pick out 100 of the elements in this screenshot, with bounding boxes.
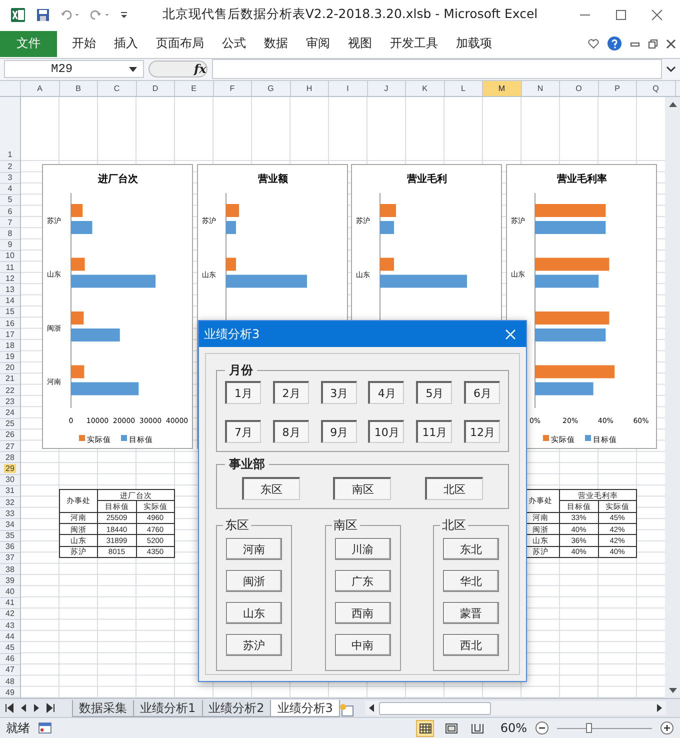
column-header[interactable]: N xyxy=(522,81,560,96)
month-button[interactable]: 7月 xyxy=(225,420,261,444)
row-header[interactable]: 21 xyxy=(6,374,14,384)
row-header[interactable]: 13 xyxy=(6,284,14,294)
region-button[interactable]: 苏沪 xyxy=(226,634,282,656)
region-button[interactable]: 中南 xyxy=(334,634,390,656)
scroll-left-icon[interactable] xyxy=(368,704,375,712)
row-header[interactable]: 41 xyxy=(6,598,14,608)
close-icon[interactable] xyxy=(666,38,676,49)
column-header[interactable]: O xyxy=(560,81,598,96)
column-header[interactable]: D xyxy=(136,81,175,96)
row-header[interactable]: 24 xyxy=(6,408,14,418)
row-header[interactable]: 42 xyxy=(6,609,14,618)
row-header[interactable]: 39 xyxy=(6,576,14,585)
month-button[interactable]: 12月 xyxy=(464,420,500,444)
region-button[interactable]: 闽浙 xyxy=(226,570,282,592)
last-sheet-icon[interactable] xyxy=(46,703,56,714)
row-header[interactable]: 16 xyxy=(6,318,14,328)
row-header[interactable]: 12 xyxy=(6,274,14,283)
region-button[interactable]: 西南 xyxy=(334,602,390,624)
row-header[interactable]: 40 xyxy=(6,587,14,596)
first-sheet-icon[interactable] xyxy=(4,703,14,714)
scroll-right-icon[interactable] xyxy=(656,704,662,712)
column-header[interactable]: M xyxy=(483,81,522,96)
month-button[interactable]: 3月 xyxy=(320,381,357,404)
row-header[interactable]: 14 xyxy=(6,296,14,306)
customize-icon[interactable] xyxy=(120,10,128,20)
month-button[interactable]: 8月 xyxy=(272,420,309,444)
row-header[interactable]: 47 xyxy=(6,665,14,674)
division-button[interactable]: 南区 xyxy=(333,477,392,500)
region-button[interactable]: 蒙晋 xyxy=(443,602,499,624)
ribbon-tab[interactable]: 视图 xyxy=(339,35,381,52)
region-button[interactable]: 广东 xyxy=(334,570,390,592)
ribbon-tab[interactable]: 开始 xyxy=(63,35,105,52)
row-header[interactable]: 33 xyxy=(6,508,14,518)
sheet-tab[interactable]: 业绩分析2 xyxy=(202,700,272,718)
normal-view-button[interactable] xyxy=(416,720,434,737)
row-header[interactable]: 8 xyxy=(8,229,12,238)
zoom-out-icon[interactable] xyxy=(535,721,549,736)
row-header[interactable]: 37 xyxy=(6,553,14,562)
month-button[interactable]: 9月 xyxy=(320,420,357,444)
region-button[interactable]: 东北 xyxy=(443,538,499,560)
ribbon-tab[interactable]: 页面布局 xyxy=(147,35,213,52)
column-header[interactable]: B xyxy=(60,81,98,96)
name-box[interactable]: M29 xyxy=(4,60,144,78)
row-header[interactable]: 4 xyxy=(8,184,12,194)
row-header[interactable]: 23 xyxy=(6,396,14,406)
formula-input[interactable] xyxy=(212,59,662,80)
expand-icon[interactable] xyxy=(666,65,676,74)
row-header[interactable]: 36 xyxy=(6,542,14,552)
region-button[interactable]: 山东 xyxy=(226,602,282,624)
column-header[interactable]: E xyxy=(175,81,214,96)
row-header[interactable]: 22 xyxy=(6,386,14,395)
month-button[interactable]: 6月 xyxy=(464,381,500,404)
row-header[interactable]: 5 xyxy=(8,195,12,204)
save-icon[interactable] xyxy=(36,8,50,22)
column-header[interactable]: I xyxy=(329,81,368,96)
row-header[interactable]: 15 xyxy=(6,307,14,316)
row-header[interactable]: 32 xyxy=(6,498,14,507)
row-header[interactable]: 17 xyxy=(6,330,14,339)
region-button[interactable]: 河南 xyxy=(226,538,282,560)
month-button[interactable]: 4月 xyxy=(368,381,404,404)
row-header[interactable]: 30 xyxy=(6,475,14,484)
row-header[interactable]: 19 xyxy=(6,352,14,362)
sheet-tab[interactable]: 业绩分析1 xyxy=(133,700,203,718)
row-header[interactable]: 18 xyxy=(6,340,14,350)
row-header[interactable]: 44 xyxy=(6,632,14,641)
undo-icon[interactable] xyxy=(60,8,80,21)
file-tab[interactable]: 文件 xyxy=(0,30,57,57)
column-header[interactable]: P xyxy=(598,81,637,96)
row-header[interactable]: 26 xyxy=(6,430,14,440)
help-icon[interactable] xyxy=(607,36,622,52)
close-icon[interactable] xyxy=(651,8,663,21)
row-header[interactable]: 7 xyxy=(8,218,12,227)
ribbon-tab[interactable]: 数据 xyxy=(255,35,297,52)
column-header[interactable]: K xyxy=(406,81,444,96)
division-button[interactable]: 东区 xyxy=(242,477,300,500)
row-header[interactable]: 34 xyxy=(6,520,14,529)
zoom-in-icon[interactable] xyxy=(660,721,674,736)
redo-icon[interactable] xyxy=(90,8,110,21)
row-header[interactable]: 9 xyxy=(8,240,12,250)
month-button[interactable]: 2月 xyxy=(272,381,309,404)
row-header[interactable]: 6 xyxy=(8,206,12,216)
row-header[interactable]: 25 xyxy=(6,419,14,428)
heart-icon[interactable] xyxy=(588,38,599,49)
horizontal-scrollbar[interactable] xyxy=(364,701,666,716)
month-button[interactable]: 5月 xyxy=(416,381,452,404)
ribbon-tab[interactable]: 审阅 xyxy=(297,35,339,52)
column-header[interactable]: G xyxy=(252,81,290,96)
column-header[interactable]: H xyxy=(290,81,329,96)
division-button[interactable]: 北区 xyxy=(425,477,484,500)
row-header[interactable]: 35 xyxy=(6,531,14,540)
scroll-up-icon[interactable] xyxy=(668,100,678,108)
row-header[interactable]: 3 xyxy=(8,173,12,182)
row-header[interactable]: 29 xyxy=(4,464,16,473)
row-header[interactable]: 11 xyxy=(6,262,14,272)
month-button[interactable]: 11月 xyxy=(416,420,452,444)
scroll-down-icon[interactable] xyxy=(668,687,678,696)
column-header[interactable]: C xyxy=(98,81,136,96)
pill-handle-icon[interactable] xyxy=(148,60,208,78)
